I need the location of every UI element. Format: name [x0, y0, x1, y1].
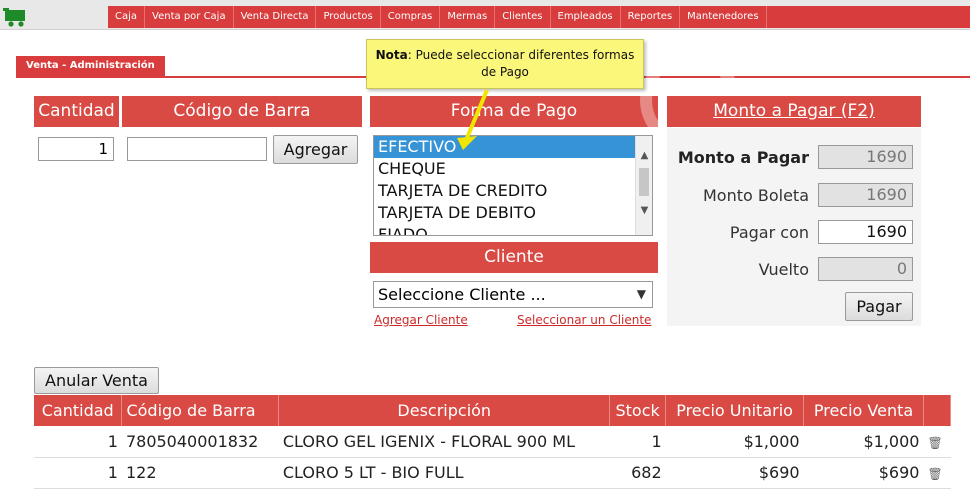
agregar-cliente-link[interactable]: Agregar Cliente: [374, 313, 468, 327]
sales-table: Cantidad Código de Barra Descripción Sto…: [34, 395, 952, 489]
pagar-button[interactable]: Pagar: [845, 292, 913, 321]
table-row: 1 7805040001832 CLORO GEL IGENIX - FLORA…: [34, 426, 951, 458]
menu-item-compras[interactable]: Compras: [381, 6, 441, 28]
cantidad-input[interactable]: 1: [38, 137, 114, 161]
row-precio-unitario: $1,000: [665, 426, 804, 458]
row-stock: 682: [609, 457, 666, 489]
cantidad-header: Cantidad: [34, 96, 119, 127]
anular-venta-button[interactable]: Anular Venta: [34, 367, 159, 394]
col-descripcion: Descripción: [278, 395, 611, 426]
note-arrow: [457, 89, 489, 150]
col-stock: Stock: [609, 395, 667, 426]
payment-method-list[interactable]: EFECTIVO CHEQUE TARJETA DE CREDITO TARJE…: [373, 135, 653, 236]
payment-option-fiado[interactable]: FIADO: [374, 224, 652, 235]
note-title: Nota: [375, 48, 408, 62]
boleta-label: Monto Boleta: [702, 186, 809, 205]
monto-field: 1690: [818, 145, 913, 169]
agregar-button[interactable]: Agregar: [273, 135, 358, 164]
payment-option-cheque[interactable]: CHEQUE: [374, 158, 652, 180]
forma-pago-header: Forma de Pago: [370, 96, 658, 127]
menu-item-productos[interactable]: Productos: [316, 6, 381, 28]
vuelto-label: Vuelto: [758, 260, 809, 279]
row-stock: 1: [609, 426, 666, 458]
row-descripcion: CLORO 5 LT - BIO FULL: [278, 457, 610, 489]
top-bar: Caja Venta por Caja Venta Directa Produc…: [0, 0, 970, 30]
note-text: : Puede seleccionar diferentes formas de…: [407, 48, 635, 79]
menu-item-mermas[interactable]: Mermas: [440, 6, 496, 28]
table-header-row: Cantidad Código de Barra Descripción Sto…: [34, 395, 952, 426]
menu-item-venta-por-caja[interactable]: Venta por Caja: [145, 6, 234, 28]
payment-option-credito[interactable]: TARJETA DE CREDITO: [374, 180, 652, 202]
row-precio-venta: $1,000: [803, 426, 924, 458]
trash-icon[interactable]: 🗑: [927, 436, 942, 450]
main-menu: Caja Venta por Caja Venta Directa Produc…: [108, 6, 970, 28]
payment-option-efectivo[interactable]: EFECTIVO: [374, 136, 636, 158]
row-cantidad: 1: [34, 457, 122, 489]
col-precio-venta: Precio Venta: [803, 395, 924, 426]
codigo-input[interactable]: [127, 137, 267, 161]
scroll-down-icon[interactable]: ▼: [636, 203, 652, 219]
row-descripcion: CLORO GEL IGENIX - FLORAL 900 ML: [278, 426, 610, 458]
row-precio-unitario: $690: [665, 457, 804, 489]
boleta-field: 1690: [818, 183, 913, 207]
col-codigo: Código de Barra: [121, 395, 280, 426]
chevron-down-icon: ▼: [636, 287, 646, 301]
row-precio-venta: $690: [803, 457, 924, 489]
cliente-select-value: Seleccione Cliente ...: [378, 285, 546, 304]
menu-item-reportes[interactable]: Reportes: [621, 6, 681, 28]
seleccionar-cliente-link[interactable]: Seleccionar un Cliente: [517, 313, 651, 327]
table-row: 1 122 CLORO 5 LT - BIO FULL 682 $690 $69…: [34, 457, 951, 489]
row-codigo: 122: [121, 457, 279, 489]
menu-item-caja[interactable]: Caja: [108, 6, 146, 28]
pagar-con-label: Pagar con: [729, 223, 809, 242]
menu-item-empleados[interactable]: Empleados: [551, 6, 621, 28]
col-precio-unitario: Precio Unitario: [665, 395, 805, 426]
col-actions: [923, 395, 952, 426]
col-cantidad: Cantidad: [34, 395, 123, 426]
monto-label: Monto a Pagar: [677, 148, 809, 167]
trash-icon[interactable]: 🗑: [927, 467, 942, 481]
pagar-con-field[interactable]: 1690: [818, 220, 913, 244]
payment-option-debito[interactable]: TARJETA DE DEBITO: [374, 202, 652, 224]
note-tooltip: Nota: Puede seleccionar diferentes forma…: [366, 39, 644, 89]
cliente-select[interactable]: Seleccione Cliente ... ▼: [373, 281, 653, 308]
cliente-header: Cliente: [370, 242, 658, 273]
row-cantidad: 1: [34, 426, 122, 458]
menu-item-venta-directa[interactable]: Venta Directa: [234, 6, 317, 28]
menu-item-clientes[interactable]: Clientes: [495, 6, 551, 28]
row-delete[interactable]: 🗑: [923, 426, 951, 458]
scroll-thumb[interactable]: [639, 168, 649, 196]
row-delete[interactable]: 🗑: [923, 457, 951, 489]
cart-icon[interactable]: [3, 4, 29, 28]
monto-header[interactable]: Monto a Pagar (F2): [667, 96, 921, 127]
menu-item-mantenedores[interactable]: Mantenedores: [680, 6, 767, 28]
codigo-header: Código de Barra: [122, 96, 362, 127]
vuelto-field: 0: [818, 257, 913, 281]
scroll-up-icon[interactable]: ▲: [636, 148, 652, 164]
row-codigo: 7805040001832: [121, 426, 279, 458]
list-scrollbar[interactable]: ▲ ▼: [635, 136, 652, 235]
section-tab[interactable]: Venta - Administración: [16, 56, 165, 76]
